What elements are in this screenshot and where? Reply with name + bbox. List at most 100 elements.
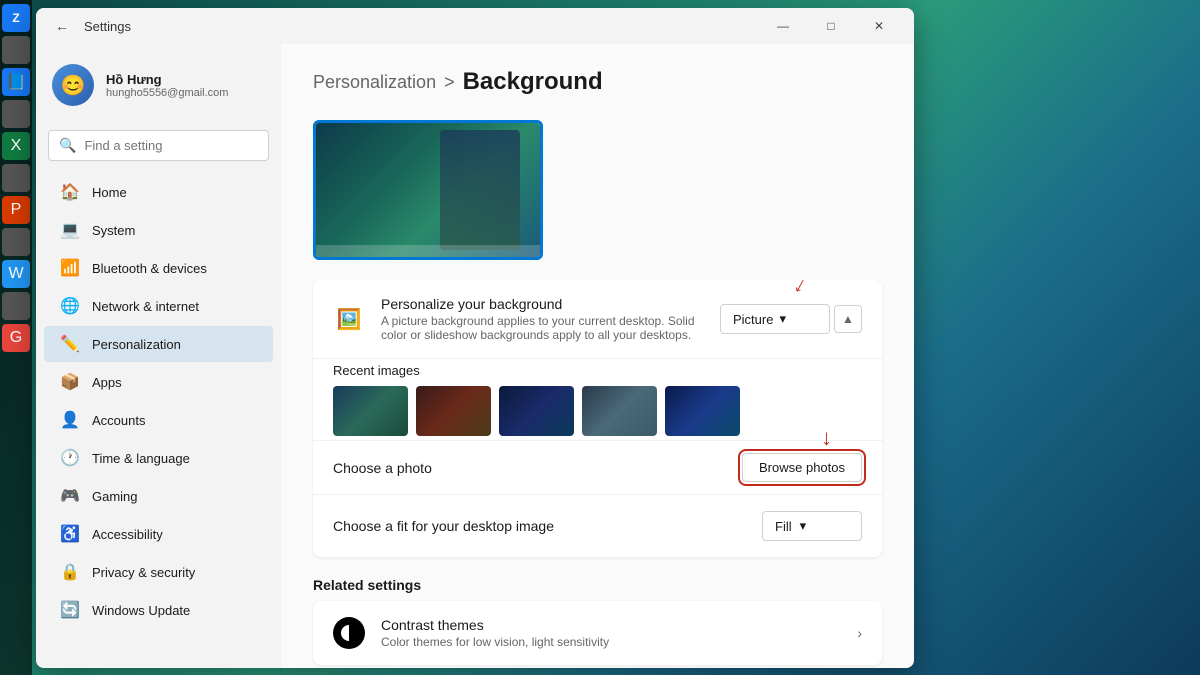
contrast-themes-row[interactable]: Contrast themes Color themes for low vis… [313,601,882,665]
taskbar-icon-3[interactable] [2,100,30,128]
sidebar-item-label: Home [92,185,127,200]
sidebar-item-accounts[interactable]: 👤 Accounts [44,402,273,438]
related-settings-card: Contrast themes Color themes for low vis… [313,601,882,665]
recent-images-container [333,386,862,436]
recent-image-4[interactable] [582,386,657,436]
recent-image-5[interactable] [665,386,740,436]
user-name: Hồ Hưng [106,72,228,87]
choose-photo-label: Choose a photo [333,460,742,476]
search-input[interactable] [84,138,260,153]
taskbar-icon-powerpoint[interactable]: P [2,196,30,224]
sidebar-item-label: Gaming [92,489,138,504]
sidebar-item-label: Windows Update [92,603,190,618]
related-settings-heading: Related settings [313,577,882,593]
taskbar-icon-2[interactable]: 📘 [2,68,30,96]
home-icon: 🏠 [60,182,80,202]
sidebar-item-personalization[interactable]: ✏️ Personalization [44,326,273,362]
taskbar-icon-6[interactable] [2,292,30,320]
picture-control: ↓ Picture ▾ ▲ [720,304,862,334]
recent-image-1[interactable] [333,386,408,436]
taskbar-icon-chrome[interactable]: G [2,324,30,352]
arrow-annotation-1: ↓ [789,280,812,299]
search-icon: 🔍 [59,137,76,154]
bluetooth-icon: 📶 [60,258,80,278]
sidebar-item-time[interactable]: 🕐 Time & language [44,440,273,476]
sidebar-item-bluetooth[interactable]: 📶 Bluetooth & devices [44,250,273,286]
user-section[interactable]: 😊 Hồ Hưng hungho5556@gmail.com [36,52,281,118]
sidebar-item-label: Apps [92,375,122,390]
sidebar-item-windows-update[interactable]: 🔄 Windows Update [44,592,273,628]
setting-text: Personalize your background A picture ba… [381,296,720,342]
sidebar-item-label: Bluetooth & devices [92,261,207,276]
accessibility-icon: ♿ [60,524,80,544]
taskbar-icon-5[interactable] [2,228,30,256]
sidebar-item-network[interactable]: 🌐 Network & internet [44,288,273,324]
sidebar-item-label: Network & internet [92,299,199,314]
user-email: hungho5556@gmail.com [106,87,228,99]
sidebar-item-privacy[interactable]: 🔒 Privacy & security [44,554,273,590]
sidebar-item-apps[interactable]: 📦 Apps [44,364,273,400]
breadcrumb-parent[interactable]: Personalization [313,72,436,93]
network-icon: 🌐 [60,296,80,316]
window-controls: — □ ✕ [760,10,902,42]
apps-icon: 📦 [60,372,80,392]
contrast-half-circle [341,625,357,641]
settings-window: ← Settings — □ ✕ 😊 Hồ Hưng hungho5556@gm… [36,8,914,668]
preview-inner [316,123,540,257]
close-button[interactable]: ✕ [856,10,902,42]
sidebar-item-system[interactable]: 💻 System [44,212,273,248]
choose-fit-text: Choose a fit for your desktop image [333,518,762,534]
update-icon: 🔄 [60,600,80,620]
time-icon: 🕐 [60,448,80,468]
taskbar-left: Z 📘 X P W G [0,0,32,675]
back-button[interactable]: ← [48,12,76,40]
recent-images-section: Recent images [313,359,882,440]
sidebar: 😊 Hồ Hưng hungho5556@gmail.com 🔍 🏠 Home … [36,44,281,668]
gaming-icon: 🎮 [60,486,80,506]
fill-chevron-icon: ▾ [800,518,807,534]
taskbar-icon-4[interactable] [2,164,30,192]
taskbar-icon-zalo[interactable]: Z [2,4,30,32]
sidebar-item-label: Privacy & security [92,565,195,580]
user-avatar: 😊 [52,64,94,106]
sidebar-item-accessibility[interactable]: ♿ Accessibility [44,516,273,552]
arrow-annotation-2: ↓ [821,425,832,451]
breadcrumb: Personalization > Background [313,68,882,96]
user-info: Hồ Hưng hungho5556@gmail.com [106,72,228,99]
preview-taskbar [316,245,540,257]
chevron-up-icon: ▲ [842,312,854,326]
browse-photos-button[interactable]: Browse photos [742,453,862,482]
contrast-themes-title: Contrast themes [381,617,857,633]
maximize-button[interactable]: □ [808,10,854,42]
contrast-themes-icon [333,617,365,649]
desktop-preview [313,120,543,260]
taskbar-icon-1[interactable] [2,36,30,64]
picture-dropdown[interactable]: Picture ▾ [720,304,830,334]
sidebar-item-home[interactable]: 🏠 Home [44,174,273,210]
fill-value: Fill [775,519,792,534]
privacy-icon: 🔒 [60,562,80,582]
title-bar: ← Settings — □ ✕ [36,8,914,44]
recent-image-3[interactable] [499,386,574,436]
chevron-down-icon: ▾ [779,311,786,327]
choose-fit-row: Choose a fit for your desktop image Fill… [313,494,882,557]
contrast-themes-text: Contrast themes Color themes for low vis… [381,617,857,649]
choose-photo-text: Choose a photo [333,460,742,476]
sidebar-item-label: System [92,223,135,238]
taskbar-icon-excel[interactable]: X [2,132,30,160]
recent-image-2[interactable] [416,386,491,436]
sidebar-item-gaming[interactable]: 🎮 Gaming [44,478,273,514]
main-panel: Personalization > Background 🖼️ Personal… [281,44,914,668]
collapse-button[interactable]: ▲ [834,305,862,333]
settings-body: 😊 Hồ Hưng hungho5556@gmail.com 🔍 🏠 Home … [36,44,914,668]
browse-photos-wrap: ↓ Browse photos [742,453,862,482]
taskbar-icon-word[interactable]: W [2,260,30,288]
chevron-right-icon: › [857,625,862,641]
fill-dropdown[interactable]: Fill ▾ [762,511,862,541]
sidebar-item-label: Accessibility [92,527,163,542]
search-box[interactable]: 🔍 [48,130,269,161]
personalization-icon: ✏️ [60,334,80,354]
background-icon: 🖼️ [333,303,365,335]
minimize-button[interactable]: — [760,10,806,42]
breadcrumb-separator: > [444,72,455,93]
